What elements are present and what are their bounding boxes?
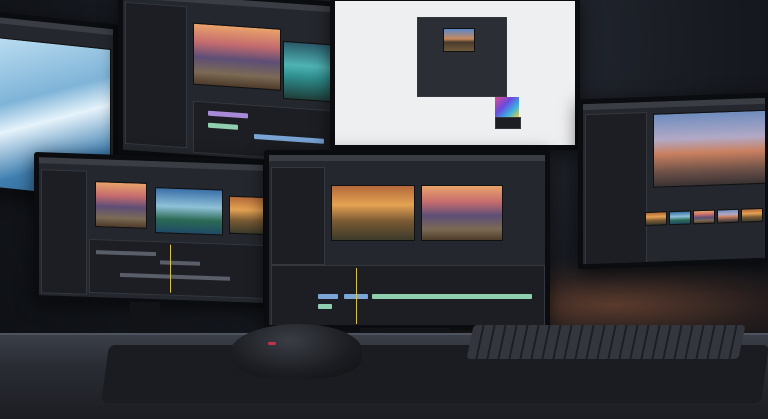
- source-preview: [95, 181, 147, 229]
- color-picker: [495, 97, 519, 117]
- timeline-clip: [208, 110, 248, 119]
- timeline-label: [120, 272, 230, 281]
- project-panel: [41, 169, 87, 295]
- source-preview: [193, 22, 281, 91]
- menu-bar: [583, 97, 765, 111]
- mouse: [230, 324, 362, 379]
- timeline-label: [160, 260, 200, 266]
- timeline-clip: [254, 133, 324, 144]
- monitor-top-center-screen: [335, 1, 575, 145]
- timeline-label: [96, 250, 156, 257]
- effects-panel: [585, 111, 647, 265]
- clip-thumbnail: [693, 209, 715, 225]
- monitor-right-screen: [583, 97, 765, 265]
- clip-thumbnail: [645, 211, 667, 227]
- monitor-center-screen: [269, 155, 545, 325]
- keyboard: [466, 325, 746, 359]
- clip-thumbnail: [741, 207, 763, 223]
- menu-bar: [269, 155, 545, 161]
- program-preview: [283, 40, 331, 103]
- timeline-clip: [372, 294, 532, 299]
- dialog-window: [417, 17, 507, 97]
- program-preview: [421, 185, 503, 241]
- timeline-clip: [318, 304, 332, 309]
- clip-thumbnail: [669, 210, 691, 226]
- monitor-top-left-screen: [123, 0, 331, 165]
- monitor-top-left: [118, 0, 336, 170]
- timeline-panel: [89, 238, 263, 300]
- playhead: [356, 268, 357, 324]
- program-preview: [653, 109, 765, 188]
- playhead: [170, 244, 171, 293]
- timeline-clip: [208, 122, 238, 130]
- reference-preview: [229, 195, 263, 235]
- timeline-panel: [271, 265, 545, 325]
- program-preview: [155, 187, 223, 236]
- monitor-center: [264, 150, 550, 330]
- timeline-clip: [318, 294, 338, 299]
- menu-bar: [0, 16, 113, 36]
- editing-workstation-photo: [0, 0, 768, 419]
- clip-thumbnail: [717, 208, 739, 224]
- monitor-mid-left-screen: [39, 157, 263, 303]
- color-swatch-panel: [495, 117, 521, 129]
- source-preview: [331, 185, 415, 241]
- monitor-mid-left: [34, 151, 268, 309]
- effects-panel: [271, 167, 325, 265]
- monitor-right: [578, 92, 768, 270]
- project-panel: [125, 1, 187, 149]
- dialog-preview: [443, 28, 475, 52]
- mouse-led: [268, 342, 276, 345]
- menu-bar: [39, 157, 263, 171]
- monitor-top-center: [330, 0, 580, 150]
